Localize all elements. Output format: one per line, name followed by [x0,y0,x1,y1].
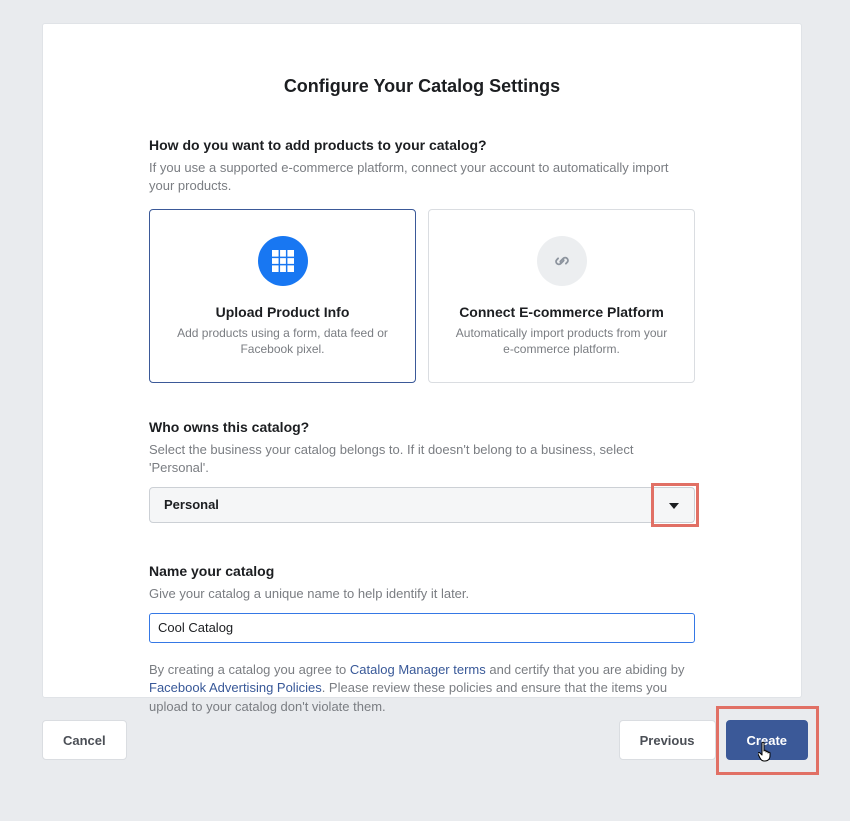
option-cards-row: Upload Product Info Add products using a… [149,209,695,383]
owner-heading: Who owns this catalog? [149,419,695,435]
add-products-section: How do you want to add products to your … [149,137,695,383]
bottom-button-bar: Cancel Previous Create [42,720,808,760]
add-products-heading: How do you want to add products to your … [149,137,695,153]
terms-mid: and certify that you are abiding by [486,662,685,677]
option-connect-desc: Automatically import products from your … [449,325,674,358]
owner-selected-value: Personal [164,497,219,512]
owner-dropdown[interactable]: Personal [149,487,695,523]
advertising-policies-link[interactable]: Facebook Advertising Policies [149,680,322,695]
create-button-label: Create [747,733,787,748]
right-button-group: Previous Create [619,720,808,760]
page-title: Configure Your Catalog Settings [149,76,695,97]
option-connect-title: Connect E-commerce Platform [449,304,674,320]
option-upload-title: Upload Product Info [170,304,395,320]
caret-down-icon [654,488,694,524]
name-section: Name your catalog Give your catalog a un… [149,563,695,661]
name-heading: Name your catalog [149,563,695,579]
previous-button[interactable]: Previous [619,720,716,760]
create-button-wrap: Create [726,720,808,760]
terms-text: By creating a catalog you agree to Catal… [149,661,695,716]
link-icon [537,236,587,286]
option-upload-desc: Add products using a form, data feed or … [170,325,395,358]
name-desc: Give your catalog a unique name to help … [149,585,695,603]
catalog-terms-link[interactable]: Catalog Manager terms [350,662,486,677]
settings-card: Configure Your Catalog Settings How do y… [42,23,802,698]
add-products-desc: If you use a supported e-commerce platfo… [149,159,695,195]
option-connect-platform[interactable]: Connect E-commerce Platform Automaticall… [428,209,695,383]
create-button[interactable]: Create [726,720,808,760]
owner-section: Who owns this catalog? Select the busine… [149,419,695,523]
terms-prefix: By creating a catalog you agree to [149,662,350,677]
grid-icon [258,236,308,286]
cancel-button[interactable]: Cancel [42,720,127,760]
option-upload-product-info[interactable]: Upload Product Info Add products using a… [149,209,416,383]
catalog-name-input[interactable] [149,613,695,643]
owner-desc: Select the business your catalog belongs… [149,441,695,477]
